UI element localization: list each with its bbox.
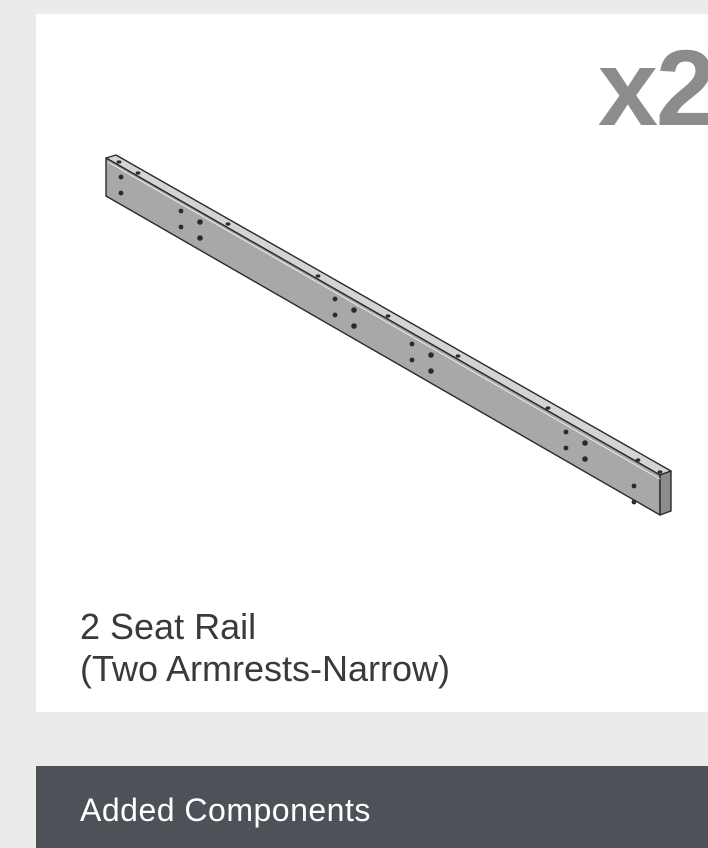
section-title: Added Components (80, 792, 371, 828)
rail-end-face (659, 470, 672, 516)
rail-front-face (105, 157, 661, 516)
seat-rail-illustration (105, 154, 672, 516)
part-name: 2 Seat Rail (Two Armrests-Narrow) (80, 606, 450, 690)
added-components-header[interactable]: Added Components (36, 766, 708, 848)
part-card: x2 2 Seat Rail (Two Armrests-Narrow) (36, 14, 708, 712)
part-name-line1: 2 Seat Rail (80, 606, 257, 647)
part-name-line2: (Two Armrests-Narrow) (80, 648, 451, 689)
